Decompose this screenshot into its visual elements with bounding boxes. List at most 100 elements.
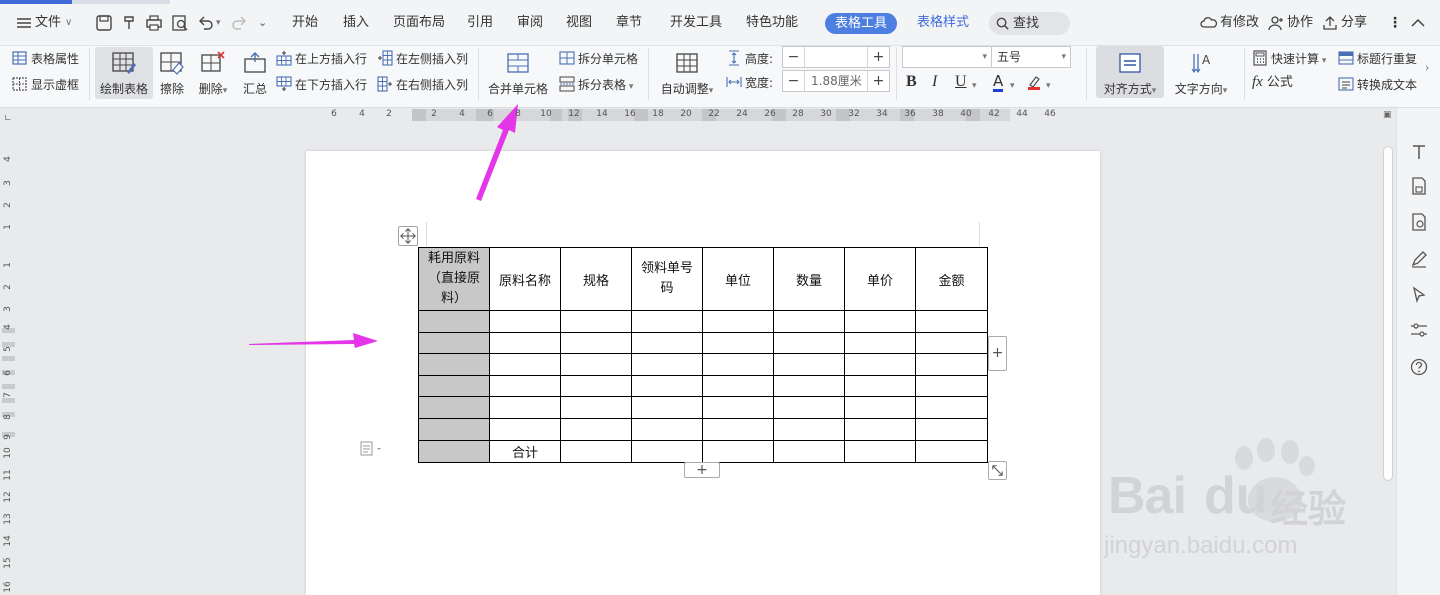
- table-cell[interactable]: [844, 439, 916, 463]
- vertical-ruler[interactable]: 4 3 2 1 1 2 3 4 5 6 7 8 9 10 11 12 13 14 15 16: [0, 122, 16, 595]
- table-cell[interactable]: [915, 353, 988, 376]
- merge-cells-button[interactable]: 合并单元格: [486, 50, 550, 97]
- table-properties-button[interactable]: 表格属性: [12, 50, 79, 67]
- add-column-button[interactable]: +: [988, 336, 1007, 371]
- modified-status[interactable]: 有修改: [1220, 13, 1259, 33]
- table-cell[interactable]: [631, 331, 703, 355]
- material-requisition-table[interactable]: 耗用原料（直接原料） 原料名称 规格 领料单号码 单位 数量 单价 金额 合计: [418, 247, 988, 463]
- table-cell[interactable]: [773, 353, 845, 376]
- table-cell[interactable]: [418, 310, 490, 333]
- table-cell[interactable]: [560, 331, 632, 355]
- collaborate-icon[interactable]: [1266, 13, 1286, 33]
- insert-col-left-button[interactable]: 在左侧插入列: [377, 50, 468, 67]
- split-cells-button[interactable]: 拆分单元格: [559, 50, 638, 67]
- table-cell[interactable]: [773, 310, 845, 333]
- table-move-handle[interactable]: [398, 226, 418, 246]
- table-cell[interactable]: [560, 353, 632, 376]
- col-width-stepper[interactable]: − 1.88厘米 +: [782, 70, 890, 92]
- show-gridlines-button[interactable]: 显示虚框: [12, 76, 79, 93]
- table-cell[interactable]: [773, 374, 845, 398]
- hamburger-icon[interactable]: [14, 13, 34, 33]
- table-cell[interactable]: [418, 396, 490, 419]
- table-cell[interactable]: [418, 374, 490, 398]
- table-cell[interactable]: [631, 353, 703, 376]
- bold-button[interactable]: B: [906, 74, 917, 90]
- delete-button[interactable]: 删除▾: [193, 50, 233, 97]
- print-icon[interactable]: [144, 13, 164, 33]
- tab-view[interactable]: 视图: [566, 13, 592, 33]
- draw-table-button[interactable]: 绘制表格: [96, 50, 152, 97]
- total-label-cell[interactable]: 合计: [489, 439, 561, 463]
- text-direction-button[interactable]: A 文字方向▾: [1170, 50, 1232, 97]
- tab-start[interactable]: 开始: [292, 13, 318, 33]
- table-resize-handle[interactable]: [988, 461, 1007, 480]
- table-cell[interactable]: [418, 331, 490, 355]
- redo-icon[interactable]: [229, 13, 249, 33]
- table-cell[interactable]: [631, 310, 703, 333]
- table-cell[interactable]: [844, 417, 916, 441]
- more-options-icon[interactable]: ⋮: [1388, 13, 1402, 33]
- text-style-icon[interactable]: [1409, 142, 1429, 162]
- paragraph-options-icon[interactable]: [360, 441, 384, 457]
- underline-button[interactable]: U: [955, 74, 967, 90]
- table-cell[interactable]: [773, 396, 845, 419]
- ribbon-scroll-right-icon[interactable]: ›: [1425, 60, 1429, 76]
- table-cell[interactable]: [489, 353, 561, 376]
- file-menu[interactable]: 文件: [35, 13, 61, 33]
- scroll-page-icon[interactable]: ▣: [1383, 110, 1392, 120]
- ruler-corner-tab-icon[interactable]: ∟: [4, 114, 12, 124]
- table-header-cell[interactable]: 领料单号码: [631, 247, 703, 311]
- tab-table-style[interactable]: 表格样式: [917, 13, 969, 33]
- pen-edit-icon[interactable]: [1409, 249, 1429, 269]
- row-height-increase-button[interactable]: +: [867, 47, 889, 67]
- collaborate-button[interactable]: 协作: [1287, 13, 1313, 33]
- undo-dropdown-icon[interactable]: ▾: [216, 13, 221, 33]
- table-cell[interactable]: [631, 417, 703, 441]
- ruler-column-marker[interactable]: [550, 109, 562, 121]
- help-icon[interactable]: [1409, 357, 1429, 377]
- table-cell[interactable]: [489, 331, 561, 355]
- table-cell[interactable]: [702, 396, 774, 419]
- add-row-button[interactable]: +: [684, 462, 720, 478]
- tab-references[interactable]: 引用: [467, 13, 493, 33]
- font-size-select[interactable]: 五号 ▾: [991, 46, 1071, 68]
- auto-fit-button[interactable]: 自动调整▾: [656, 50, 718, 97]
- table-cell[interactable]: [844, 374, 916, 398]
- table-cell[interactable]: [702, 331, 774, 355]
- quick-access-more-icon[interactable]: ⌄: [258, 13, 267, 33]
- tab-page-layout[interactable]: 页面布局: [393, 13, 445, 33]
- document-save-icon[interactable]: [1409, 176, 1429, 196]
- table-header-cell[interactable]: 耗用原料（直接原料）: [418, 247, 490, 311]
- table-cell[interactable]: [702, 310, 774, 333]
- table-cell[interactable]: [702, 374, 774, 398]
- row-height-decrease-button[interactable]: −: [783, 47, 805, 67]
- quick-calc-button[interactable]: 快速计算 ▾: [1252, 50, 1326, 69]
- repeat-header-button[interactable]: 标题行重复: [1338, 50, 1417, 67]
- table-cell[interactable]: [844, 331, 916, 355]
- insert-row-above-button[interactable]: 在上方插入行: [276, 50, 367, 67]
- table-cell[interactable]: [560, 417, 632, 441]
- erase-button[interactable]: 擦除: [155, 50, 189, 97]
- col-width-value[interactable]: 1.88厘米: [807, 71, 865, 91]
- table-cell[interactable]: [418, 439, 490, 463]
- row-height-stepper[interactable]: − +: [782, 46, 890, 68]
- table-cell[interactable]: [915, 310, 988, 333]
- collapse-ribbon-icon[interactable]: [1408, 13, 1428, 33]
- share-icon[interactable]: [1320, 13, 1340, 33]
- tab-insert[interactable]: 插入: [343, 13, 369, 33]
- tab-table-tools[interactable]: 表格工具: [825, 13, 897, 34]
- font-color-button[interactable]: A: [993, 74, 1004, 92]
- underline-dropdown-icon[interactable]: ▾: [972, 78, 977, 94]
- table-cell[interactable]: [560, 310, 632, 333]
- save-icon[interactable]: [94, 13, 114, 33]
- search-button[interactable]: 查找: [989, 12, 1070, 35]
- table-cell[interactable]: [915, 439, 988, 463]
- table-cell[interactable]: [773, 331, 845, 355]
- tab-chapter[interactable]: 章节: [616, 13, 642, 33]
- italic-button[interactable]: I: [932, 74, 937, 90]
- table-cell[interactable]: [560, 439, 632, 463]
- col-width-increase-button[interactable]: +: [867, 71, 889, 91]
- table-cell[interactable]: [631, 439, 703, 463]
- table-cell[interactable]: [489, 396, 561, 419]
- sliders-icon[interactable]: [1409, 320, 1429, 340]
